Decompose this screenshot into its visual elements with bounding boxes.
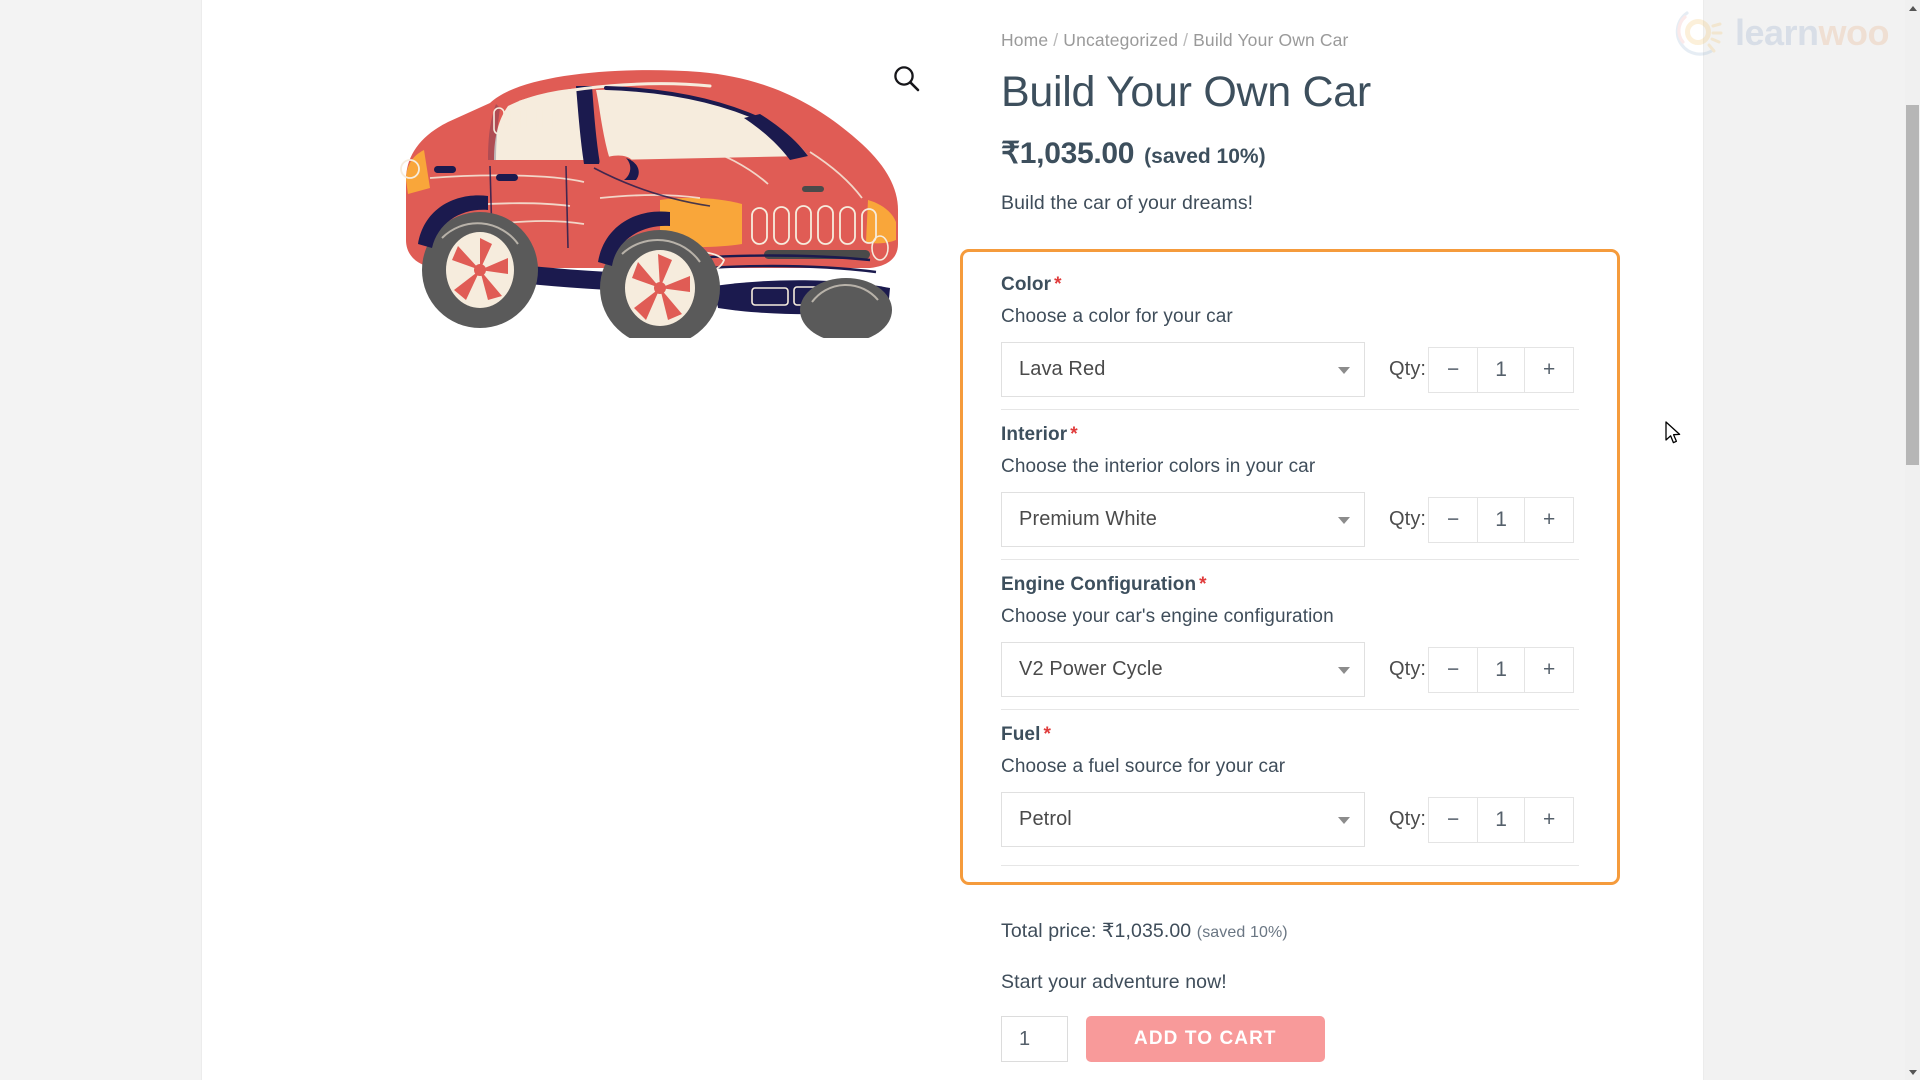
option-control-color: Lava Red Qty: − 1 + [1001,342,1579,397]
chevron-down-icon [1338,516,1350,524]
qty-label-color: Qty: [1389,358,1427,380]
quantity-stepper-fuel: − 1 + [1428,796,1575,843]
breadcrumb: Home / Uncategorized / Build Your Own Car [1001,30,1701,51]
search-icon[interactable] [890,62,924,96]
qty-decrease-fuel-button[interactable]: − [1429,798,1477,842]
required-asterisk: * [1070,424,1078,445]
option-label-color: Color * [1001,274,1062,295]
product-image-car[interactable] [370,48,910,346]
quantity-stepper-engine-configuration: − 1 + [1428,646,1575,693]
chevron-down-icon [1338,366,1350,374]
qty-decrease-engine-configuration-button[interactable]: − [1429,648,1477,692]
option-label-engine-configuration: Engine Configuration * [1001,574,1207,595]
mouse-cursor [1664,421,1684,447]
option-label-fuel: Fuel * [1001,724,1051,745]
select-color-value: Lava Red [1019,358,1106,380]
option-help-engine-configuration: Choose your car's engine configuration [1001,606,1334,627]
qty-value-fuel[interactable]: 1 [1477,797,1526,842]
option-group-fuel: Fuel * Choose a fuel source for your car … [1001,709,1579,866]
qty-label-engine-configuration: Qty: [1389,658,1427,680]
breadcrumb-item-current: Build Your Own Car [1193,30,1349,50]
breadcrumb-separator: / [1183,30,1189,50]
total-price-label: Total price: [1001,920,1097,942]
qty-label-fuel: Qty: [1389,808,1427,830]
select-engine-configuration-value: V2 Power Cycle [1019,658,1163,680]
qty-label-interior: Qty: [1389,508,1427,530]
total-price-amount: ₹1,035.00 [1102,920,1192,942]
product-description-cta: Start your adventure now! [1001,971,1227,993]
select-color[interactable]: Lava Red [1001,342,1365,397]
scroll-down-arrow-icon[interactable] [1905,1064,1920,1080]
option-group-engine-configuration: Engine Configuration * Choose your car's … [1001,559,1579,709]
qty-value-interior[interactable]: 1 [1477,497,1526,542]
select-fuel[interactable]: Petrol [1001,792,1365,847]
qty-value-engine-configuration[interactable]: 1 [1477,647,1526,692]
total-price-line: Total price: ₹1,035.00 (saved 10%) [1001,919,1288,943]
product-price-saved-badge: (saved 10%) [1144,145,1266,169]
select-interior-value: Premium White [1019,508,1157,530]
product-options-panel: Color * Choose a color for your car Lava … [960,249,1620,885]
qty-increase-fuel-button[interactable]: + [1525,798,1573,842]
required-asterisk: * [1043,724,1051,745]
breadcrumb-item-home[interactable]: Home [1001,30,1048,50]
scroll-up-arrow-icon[interactable] [1905,0,1920,16]
option-control-fuel: Petrol Qty: − 1 + [1001,792,1579,847]
option-label-interior: Interior * [1001,424,1078,445]
qty-increase-engine-configuration-button[interactable]: + [1525,648,1573,692]
qty-increase-interior-button[interactable]: + [1525,498,1573,542]
option-group-interior: Interior * Choose the interior colors in … [1001,409,1579,559]
add-to-cart-button[interactable]: ADD TO CART [1086,1016,1325,1062]
breadcrumb-separator: / [1053,30,1059,50]
required-asterisk: * [1054,274,1062,295]
breadcrumb-item-uncategorized[interactable]: Uncategorized [1063,30,1178,50]
qty-value-color[interactable]: 1 [1477,347,1526,392]
qty-increase-color-button[interactable]: + [1525,348,1573,392]
product-summary: Home / Uncategorized / Build Your Own Car Bu… [1001,30,1701,237]
option-control-interior: Premium White Qty: − 1 + [1001,492,1579,547]
option-help-color: Choose a color for your car [1001,306,1233,327]
product-price: ₹1,035.00 [1001,137,1135,171]
product-page: learnwoo Home / Uncategorized / Build Yo… [0,0,1920,1080]
scrollbar-thumb[interactable] [1906,105,1919,465]
product-gallery [230,0,920,430]
product-short-description: Build the car of your dreams! [1001,192,1254,215]
select-engine-configuration[interactable]: V2 Power Cycle [1001,642,1365,697]
product-price-row: ₹1,035.00 (saved 10%) [1001,136,1701,171]
option-help-fuel: Choose a fuel source for your car [1001,756,1286,777]
add-to-cart-row: 1 ADD TO CART [1001,1016,1325,1062]
option-help-interior: Choose the interior colors in your car [1001,456,1316,477]
quantity-stepper-color: − 1 + [1428,346,1575,393]
total-price-saved: (saved 10%) [1196,924,1288,941]
page-right-gutter [1703,0,1920,1080]
chevron-down-icon [1338,816,1350,824]
page-scrollbar[interactable] [1905,0,1920,1080]
page-title: Build Your Own Car [1001,68,1371,116]
option-group-color: Color * Choose a color for your car Lava … [1001,274,1579,409]
option-control-engine-configuration: V2 Power Cycle Qty: − 1 + [1001,642,1579,697]
select-fuel-value: Petrol [1019,808,1072,830]
required-asterisk: * [1199,574,1207,595]
quantity-input[interactable]: 1 [1001,1016,1068,1062]
qty-decrease-color-button[interactable]: − [1429,348,1477,392]
chevron-down-icon [1338,666,1350,674]
page-left-gutter [0,0,202,1080]
qty-decrease-interior-button[interactable]: − [1429,498,1477,542]
quantity-stepper-interior: − 1 + [1428,496,1575,543]
select-interior[interactable]: Premium White [1001,492,1365,547]
